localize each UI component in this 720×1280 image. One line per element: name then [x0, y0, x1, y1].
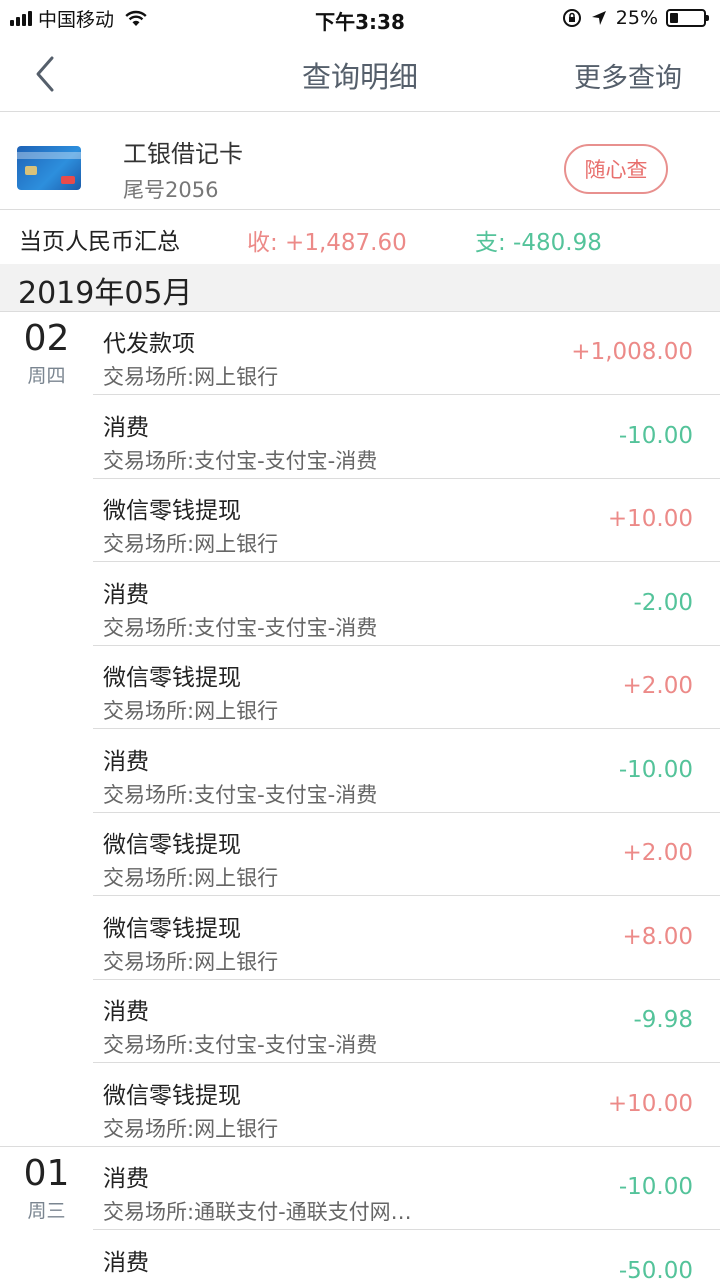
transaction-place: 交易场所:通联支付-通联支付网…	[103, 1200, 412, 1224]
transaction-row[interactable]: 微信零钱提现交易场所:网上银行 +2.00	[93, 646, 720, 729]
transaction-place: 交易场所:网上银行	[103, 365, 279, 389]
day-number: 02	[23, 318, 70, 359]
transaction-title: 微信零钱提现	[103, 1082, 241, 1109]
transaction-place: 交易场所:支付宝-支付宝-消费	[103, 448, 378, 473]
transaction-row[interactable]: 代发款项交易场所:网上银行 +1,008.00	[93, 312, 720, 395]
transaction-title: 消费	[103, 414, 149, 441]
day-weekday: 周三	[27, 1200, 66, 1222]
transaction-amount: +1,008.00	[571, 339, 693, 365]
transaction-title: 消费	[103, 1249, 149, 1276]
day-marker: 02 周四	[0, 318, 93, 388]
transaction-amount: -10.00	[618, 756, 693, 783]
summary-bar: 当页人民币汇总 收: +1,487.60 支: -480.98	[0, 210, 720, 264]
transaction-title: 微信零钱提现	[103, 915, 241, 942]
transaction-row[interactable]: 消费交易场所:支付宝-支付宝-消费 -2.00	[93, 563, 720, 646]
transaction-title: 消费	[103, 581, 149, 608]
transaction-amount: +10.00	[607, 1090, 693, 1117]
rotation-lock-icon	[562, 9, 581, 27]
transaction-row[interactable]: 消费交易场所:通联支付-通联支付网… -10.00	[93, 1147, 720, 1230]
day-number: 01	[23, 1153, 70, 1194]
transaction-amount: -10.00	[618, 1174, 693, 1200]
transaction-title: 消费	[103, 1166, 149, 1192]
transaction-place: 交易场所:支付宝-支付宝-消费	[103, 615, 378, 640]
transaction-title: 消费	[103, 748, 149, 775]
transaction-place: 交易场所:网上银行	[103, 699, 279, 723]
transaction-amount: -10.00	[618, 422, 693, 449]
transaction-row[interactable]: 微信零钱提现交易场所:网上银行 +2.00	[93, 813, 720, 896]
battery-icon	[666, 9, 709, 27]
transaction-amount: +2.00	[622, 840, 693, 866]
battery-fill	[670, 13, 678, 23]
transaction-row[interactable]: 消费交易场所:支付宝-支付宝-消费 -10.00	[93, 730, 720, 813]
day-weekday: 周四	[27, 365, 66, 387]
transaction-row[interactable]: 消费交易场所:支付宝-支付宝-消费 -10.00	[93, 396, 720, 479]
transaction-amount: -50.00	[618, 1257, 693, 1280]
card-header: 工银借记卡 尾号2056 随心查	[0, 112, 720, 210]
transaction-amount: +2.00	[622, 673, 693, 699]
battery-percent: 25%	[615, 7, 658, 29]
transaction-title: 微信零钱提现	[103, 498, 241, 524]
transaction-title: 代发款项	[103, 331, 195, 357]
transaction-row[interactable]: 微信零钱提现交易场所:网上银行 +8.00	[93, 897, 720, 980]
transaction-place: 交易场所:网上银行	[103, 532, 279, 556]
card-tail-number: 尾号2056	[123, 178, 219, 202]
transaction-amount: +8.00	[622, 923, 693, 950]
transaction-place: 交易场所:支付宝-支付宝-消费	[103, 782, 378, 807]
day-marker: 01 周三	[0, 1153, 93, 1223]
transaction-row[interactable]: 微信零钱提现交易场所:网上银行 +10.00	[93, 1064, 720, 1147]
transaction-amount: -9.98	[633, 1007, 693, 1033]
transaction-place: 交易场所:网上银行	[103, 866, 279, 890]
transaction-place: 交易场所:网上银行	[103, 949, 279, 974]
more-query-button[interactable]: 更多查询	[574, 56, 682, 95]
card-name: 工银借记卡	[123, 140, 243, 168]
transaction-place: 交易场所:网上银行	[103, 1116, 279, 1141]
transaction-place: 交易场所:支付宝-支付宝-消费	[103, 1033, 378, 1057]
status-right: 25%	[562, 6, 709, 30]
transaction-row[interactable]: 消费 -50.00	[93, 1231, 720, 1280]
free-query-button[interactable]: 随心查	[564, 144, 668, 194]
transaction-amount: +10.00	[607, 506, 693, 532]
summary-income: 收: +1,487.60	[247, 230, 407, 256]
day-separator	[0, 1146, 93, 1147]
transaction-amount: -2.00	[633, 589, 693, 616]
transaction-row[interactable]: 微信零钱提现交易场所:网上银行 +10.00	[93, 479, 720, 562]
summary-expense: 支: -480.98	[475, 230, 602, 256]
bank-card-icon	[17, 146, 81, 190]
nav-bar: 查询明细 更多查询	[0, 36, 720, 112]
transaction-title: 消费	[103, 999, 149, 1025]
status-bar: 中国移动 下午3:38 25%	[0, 0, 720, 36]
transaction-row[interactable]: 消费交易场所:支付宝-支付宝-消费 -9.98	[93, 980, 720, 1063]
transaction-title: 微信零钱提现	[103, 832, 241, 858]
location-icon	[591, 11, 606, 25]
month-label: 2019年05月	[18, 276, 193, 311]
summary-label: 当页人民币汇总	[19, 229, 180, 255]
transaction-title: 微信零钱提现	[103, 665, 241, 691]
month-header: 2019年05月	[0, 264, 720, 312]
